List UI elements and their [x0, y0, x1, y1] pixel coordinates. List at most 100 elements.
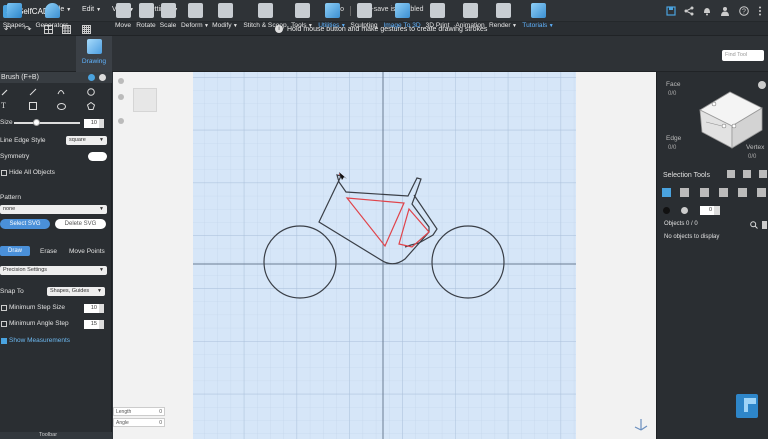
- move-points-tab[interactable]: Move Points: [69, 248, 105, 255]
- tool-scale[interactable]: Scale: [159, 3, 177, 29]
- select-vertex-icon[interactable]: [719, 188, 728, 197]
- tool-utilities-label: Utilities: [318, 22, 340, 29]
- selection-option-icon[interactable]: [727, 170, 735, 178]
- tool-deform[interactable]: Deform ▼: [180, 3, 210, 29]
- tool-tools[interactable]: Tools ▼: [290, 3, 314, 29]
- min-angle-stepper[interactable]: [99, 320, 104, 329]
- close-icon[interactable]: [99, 74, 106, 81]
- render-icon: [495, 3, 511, 18]
- save-icon[interactable]: [664, 4, 678, 18]
- select-face-icon[interactable]: [680, 188, 689, 197]
- selection-option-icon[interactable]: [743, 170, 751, 178]
- size-input[interactable]: 10: [84, 119, 99, 128]
- line-edge-select[interactable]: square ▼: [66, 136, 107, 145]
- tool-move[interactable]: Move: [114, 3, 132, 29]
- tool-image-to-3d[interactable]: Image To 3D: [382, 3, 422, 29]
- select-group-icon[interactable]: [738, 188, 747, 197]
- size-slider-handle[interactable]: [33, 119, 40, 126]
- ellipse-icon[interactable]: [57, 103, 66, 110]
- show-measurements-checkbox[interactable]: [1, 338, 7, 344]
- selection-option-icon[interactable]: [759, 170, 767, 178]
- erase-tab[interactable]: Erase: [40, 248, 57, 255]
- view-control-icon[interactable]: [118, 78, 124, 84]
- pattern-select[interactable]: none ▼: [0, 205, 107, 214]
- bell-icon[interactable]: [700, 4, 714, 18]
- user-icon[interactable]: [718, 4, 732, 18]
- min-step-checkbox[interactable]: [1, 305, 7, 311]
- tool-3d-print[interactable]: 3D Print: [424, 3, 451, 29]
- search-icon[interactable]: [750, 221, 758, 229]
- tool-utilities[interactable]: Utilities ▼: [317, 3, 347, 29]
- modify-icon: [217, 3, 233, 18]
- pin-icon[interactable]: [88, 74, 95, 81]
- tool-sculpting[interactable]: Sculpting: [349, 3, 379, 29]
- line-icon[interactable]: [29, 88, 37, 96]
- footer-label: Toolbar: [39, 432, 58, 438]
- size-slider[interactable]: [14, 122, 80, 124]
- settings-gear-icon[interactable]: [758, 81, 766, 89]
- more-options-icon[interactable]: [762, 221, 767, 229]
- select-all-icon[interactable]: [757, 188, 766, 197]
- tool-rotate[interactable]: Rotate: [135, 3, 157, 29]
- selfcad-brand-icon: [734, 390, 764, 420]
- tool-modify[interactable]: Modify ▼: [212, 3, 238, 29]
- grid-major: [193, 72, 576, 439]
- snap-to-select[interactable]: Shapes, Guides ▼: [47, 287, 105, 296]
- chevron-down-icon: ▼: [99, 137, 104, 143]
- tool-render[interactable]: Render ▼: [489, 3, 517, 29]
- edge-count: 0/0: [668, 145, 677, 151]
- tool-animation[interactable]: Animation: [453, 3, 487, 29]
- min-step-input[interactable]: 10: [84, 304, 99, 313]
- select-object-icon[interactable]: [662, 188, 671, 197]
- precision-settings-select[interactable]: Precision Settings ▼: [0, 266, 107, 275]
- polygon-icon[interactable]: [87, 102, 95, 110]
- tool-print-label: 3D Print: [425, 22, 450, 29]
- color-black-swatch[interactable]: [663, 207, 670, 214]
- selection-stepper[interactable]: [714, 206, 720, 215]
- viewport-canvas[interactable]: [193, 72, 576, 439]
- tool-render-label: Render: [489, 22, 511, 29]
- menu-edit[interactable]: Edit ▼: [82, 6, 101, 13]
- color-grey-swatch[interactable]: [681, 207, 688, 214]
- line-edge-value: square: [69, 137, 86, 143]
- hide-all-checkbox[interactable]: [1, 170, 7, 176]
- help-icon[interactable]: ?: [737, 4, 751, 18]
- chevron-down-icon: ▼: [96, 6, 102, 13]
- share-icon[interactable]: [682, 4, 696, 18]
- delete-svg-button[interactable]: Delete SVG: [55, 219, 106, 229]
- no-objects-message: No objects to display: [664, 234, 720, 240]
- tool-tutorials[interactable]: Tutorials ▼: [521, 3, 555, 29]
- more-icon[interactable]: [753, 4, 767, 18]
- min-angle-input[interactable]: 15: [84, 320, 99, 329]
- size-stepper[interactable]: [99, 119, 104, 128]
- select-edge-icon[interactable]: [700, 188, 709, 197]
- pencil-icon[interactable]: [1, 88, 9, 96]
- find-tool-input[interactable]: Find Tool: [722, 50, 764, 61]
- utilities-icon: [324, 3, 340, 18]
- tool-shapes[interactable]: Shapes: [0, 3, 28, 29]
- symmetry-toggle[interactable]: [88, 152, 107, 161]
- rectangle-icon[interactable]: [29, 102, 37, 110]
- curve-icon[interactable]: [57, 88, 65, 96]
- draw-tab[interactable]: Draw: [0, 246, 30, 256]
- generators-icon: [44, 3, 60, 18]
- sculpting-icon: [356, 3, 372, 18]
- drawing-viewport[interactable]: [193, 72, 576, 439]
- vertex-count: 0/0: [748, 154, 757, 160]
- view-control-icon[interactable]: [118, 94, 124, 100]
- min-step-stepper[interactable]: [99, 304, 104, 313]
- select-svg-button[interactable]: Select SVG: [0, 219, 50, 229]
- min-angle-checkbox[interactable]: [1, 321, 7, 327]
- tool-generators[interactable]: Generators: [32, 3, 72, 29]
- circle-icon[interactable]: [87, 88, 95, 96]
- tool-stitch-scoop[interactable]: Stitch & Scoop: [243, 3, 287, 29]
- angle-value: 0: [159, 420, 162, 426]
- text-icon[interactable]: T: [1, 101, 6, 110]
- view-control-icon[interactable]: [118, 118, 124, 124]
- axis-gizmo-icon: [634, 417, 648, 431]
- tool-drawing[interactable]: Drawing: [76, 36, 112, 72]
- selection-value-input[interactable]: 0: [700, 206, 714, 215]
- view-cube[interactable]: [696, 82, 768, 152]
- snap-to-value: Shapes, Guides: [50, 288, 90, 294]
- grid-dense-icon[interactable]: [82, 25, 91, 34]
